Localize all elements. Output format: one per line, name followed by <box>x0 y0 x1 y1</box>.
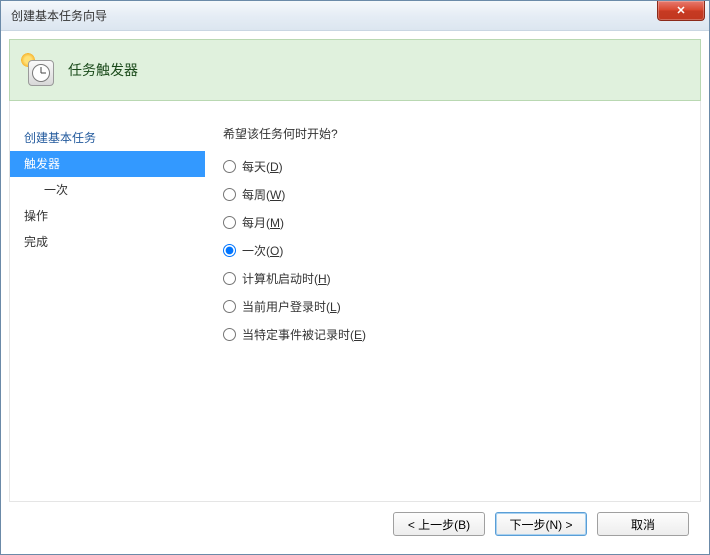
trigger-radio-e[interactable] <box>223 328 236 341</box>
wizard-main: 希望该任务何时开始? 每天(D) 每周(W) 每月(M) 一次(O) 计算机启动时(H)… <box>205 101 700 501</box>
wizard-sidebar: 创建基本任务触发器一次操作完成 <box>10 101 205 501</box>
wizard-window: 创建基本任务向导 ✕ 任务触发器 创建基本任务触发器一次操作完成 希望该任务何时… <box>0 0 710 555</box>
sidebar-item-4[interactable]: 完成 <box>10 229 205 255</box>
trigger-radio-l[interactable] <box>223 300 236 313</box>
window-title: 创建基本任务向导 <box>11 7 107 24</box>
titlebar: 创建基本任务向导 ✕ <box>1 1 709 31</box>
trigger-option-label: 每天(D) <box>242 158 283 175</box>
trigger-option-d[interactable]: 每天(D) <box>223 158 700 175</box>
trigger-question: 希望该任务何时开始? <box>223 125 700 142</box>
trigger-option-label: 当前用户登录时(L) <box>242 298 341 315</box>
trigger-radio-list: 每天(D) 每周(W) 每月(M) 一次(O) 计算机启动时(H) 当前用户登录时(L) 当… <box>223 158 700 343</box>
cancel-button[interactable]: 取消 <box>597 512 689 536</box>
button-bar: < 上一步(B) 下一步(N) > 取消 <box>9 502 701 546</box>
close-button[interactable]: ✕ <box>657 1 705 21</box>
trigger-option-m[interactable]: 每月(M) <box>223 214 700 231</box>
trigger-radio-h[interactable] <box>223 272 236 285</box>
trigger-option-label: 当特定事件被记录时(E) <box>242 326 366 343</box>
trigger-option-h[interactable]: 计算机启动时(H) <box>223 270 700 287</box>
wizard-header-title: 任务触发器 <box>68 60 138 80</box>
close-icon: ✕ <box>676 4 685 17</box>
trigger-option-e[interactable]: 当特定事件被记录时(E) <box>223 326 700 343</box>
wizard-body: 创建基本任务触发器一次操作完成 希望该任务何时开始? 每天(D) 每周(W) 每月(… <box>9 101 701 502</box>
trigger-option-o[interactable]: 一次(O) <box>223 242 700 259</box>
sidebar-item-0[interactable]: 创建基本任务 <box>10 125 205 151</box>
sidebar-item-1[interactable]: 触发器 <box>10 151 205 177</box>
trigger-option-label: 一次(O) <box>242 242 283 259</box>
trigger-option-label: 每周(W) <box>242 186 285 203</box>
trigger-option-label: 每月(M) <box>242 214 284 231</box>
content-frame: 任务触发器 创建基本任务触发器一次操作完成 希望该任务何时开始? 每天(D) 每周… <box>1 31 709 554</box>
trigger-option-w[interactable]: 每周(W) <box>223 186 700 203</box>
trigger-option-label: 计算机启动时(H) <box>242 270 331 287</box>
trigger-radio-w[interactable] <box>223 188 236 201</box>
trigger-radio-m[interactable] <box>223 216 236 229</box>
trigger-radio-d[interactable] <box>223 160 236 173</box>
sidebar-item-3[interactable]: 操作 <box>10 203 205 229</box>
next-button[interactable]: 下一步(N) > <box>495 512 587 536</box>
sidebar-item-2[interactable]: 一次 <box>10 177 205 203</box>
trigger-radio-o[interactable] <box>223 244 236 257</box>
back-button[interactable]: < 上一步(B) <box>393 512 485 536</box>
wizard-header: 任务触发器 <box>9 39 701 101</box>
clock-sun-icon <box>22 54 54 86</box>
trigger-option-l[interactable]: 当前用户登录时(L) <box>223 298 700 315</box>
